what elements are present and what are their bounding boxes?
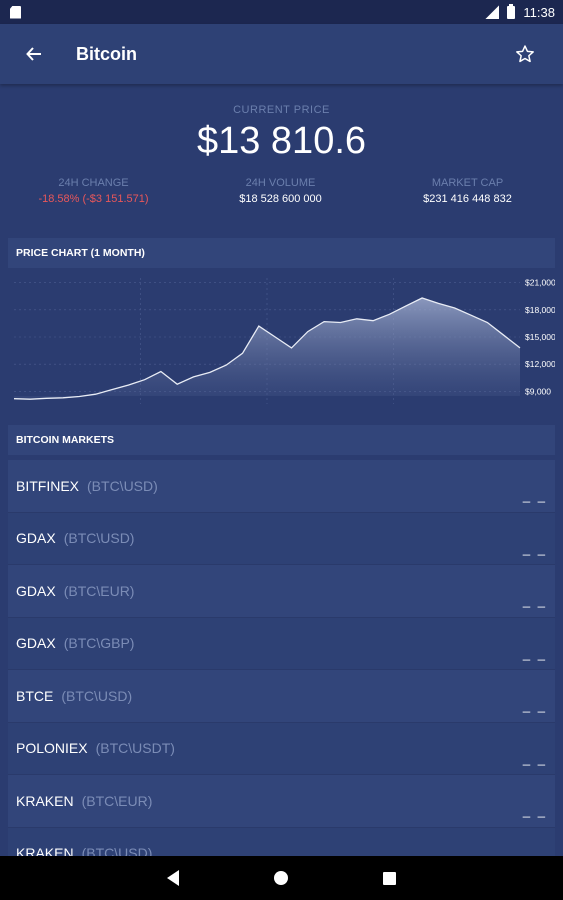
back-button[interactable]: [12, 32, 56, 76]
y-tick-label: $18,000: [525, 305, 555, 315]
market-price: _ _: [522, 750, 547, 766]
bitcoin-markets-header: BITCOIN MARKETS: [8, 425, 555, 455]
market-price: _ _: [522, 645, 547, 661]
market-row[interactable]: BITFINEX (BTC\USD) _ _: [8, 460, 555, 513]
stat-market-cap: MARKET CAP $231 416 448 832: [374, 177, 561, 205]
current-price-block: CURRENT PRICE $13 810.6: [0, 104, 563, 163]
market-pair: (BTC\USD): [63, 530, 135, 547]
market-pair: (BTC\USD): [87, 477, 158, 494]
market-price: _ _: [522, 698, 547, 713]
nav-back-icon[interactable]: [167, 870, 179, 886]
market-price: _ _: [522, 593, 547, 608]
market-row[interactable]: POLONIEX (BTC\USDT) _ _: [8, 722, 555, 775]
market-exchange: GDAX: [16, 582, 56, 599]
market-pair: (BTC\USD): [61, 687, 133, 704]
battery-icon: [507, 3, 516, 19]
price-chart[interactable]: $21,000 $18,000 $15,000 $12,000 $9,000: [8, 268, 555, 406]
market-price: _ _: [522, 540, 547, 556]
status-bar: 11:38: [0, 0, 563, 24]
nav-home-icon[interactable]: [274, 871, 288, 885]
market-row[interactable]: GDAX (BTC\EUR) _ _: [8, 565, 555, 618]
market-exchange: BITFINEX: [16, 477, 80, 494]
market-exchange: GDAX: [16, 635, 56, 652]
y-tick-label: $21,000: [525, 278, 555, 288]
arrow-left-icon: [26, 47, 41, 61]
y-tick-label: $9,000: [525, 386, 551, 396]
market-exchange: KRAKEN: [16, 792, 74, 809]
market-exchange: BTCE: [16, 687, 54, 704]
stat-24h-volume: 24H VOLUME $18 528 600 000: [187, 177, 374, 205]
markets-list: BITFINEX (BTC\USD) _ _ GDAX (BTC\USD) _ …: [8, 460, 555, 880]
price-chart-header: PRICE CHART (1 MONTH): [8, 238, 555, 268]
y-tick-label: $12,000: [525, 359, 555, 369]
market-row[interactable]: GDAX (BTC\GBP) _ _: [8, 617, 555, 670]
stats-row: 24H CHANGE -18.58% (-$3 151.571) 24H VOL…: [0, 177, 563, 205]
market-pair: (BTC\GBP): [63, 635, 135, 652]
market-price: _ _: [522, 803, 547, 818]
market-pair: (BTC\EUR): [63, 582, 135, 599]
y-tick-label: $15,000: [525, 332, 555, 342]
nav-recents-icon[interactable]: [383, 871, 396, 885]
market-row[interactable]: BTCE (BTC\USD) _ _: [8, 670, 555, 723]
app-bar: Bitcoin: [0, 24, 563, 84]
current-price-label: CURRENT PRICE: [233, 104, 330, 116]
stat-24h-change: 24H CHANGE -18.58% (-$3 151.571): [0, 177, 187, 205]
market-row[interactable]: GDAX (BTC\USD) _ _: [8, 512, 555, 565]
navigation-bar: [0, 856, 563, 900]
stat-value: $18 528 600 000: [239, 193, 322, 205]
page-title: Bitcoin: [76, 43, 137, 64]
market-price: _ _: [522, 488, 547, 503]
market-pair: (BTC\USDT): [95, 740, 175, 757]
market-exchange: GDAX: [16, 530, 56, 547]
current-price-value: $13 810.6: [196, 120, 367, 162]
signal-icon: [485, 5, 500, 19]
sim-card-icon: [10, 5, 21, 19]
stat-label: 24H VOLUME: [245, 177, 316, 189]
stat-label: MARKET CAP: [431, 177, 504, 189]
stat-label: 24H CHANGE: [58, 177, 129, 189]
star-outline-icon: [516, 45, 534, 63]
stat-value: -18.58% (-$3 151.571): [38, 193, 149, 205]
stat-value: $231 416 448 832: [423, 193, 512, 205]
status-time: 11:38: [523, 4, 555, 20]
favorite-button[interactable]: [503, 32, 547, 76]
price-chart-svg: $21,000 $18,000 $15,000 $12,000 $9,000: [13, 278, 555, 404]
market-exchange: POLONIEX: [16, 740, 88, 757]
market-row[interactable]: KRAKEN (BTC\EUR) _ _: [8, 775, 555, 828]
market-pair: (BTC\EUR): [81, 792, 153, 809]
